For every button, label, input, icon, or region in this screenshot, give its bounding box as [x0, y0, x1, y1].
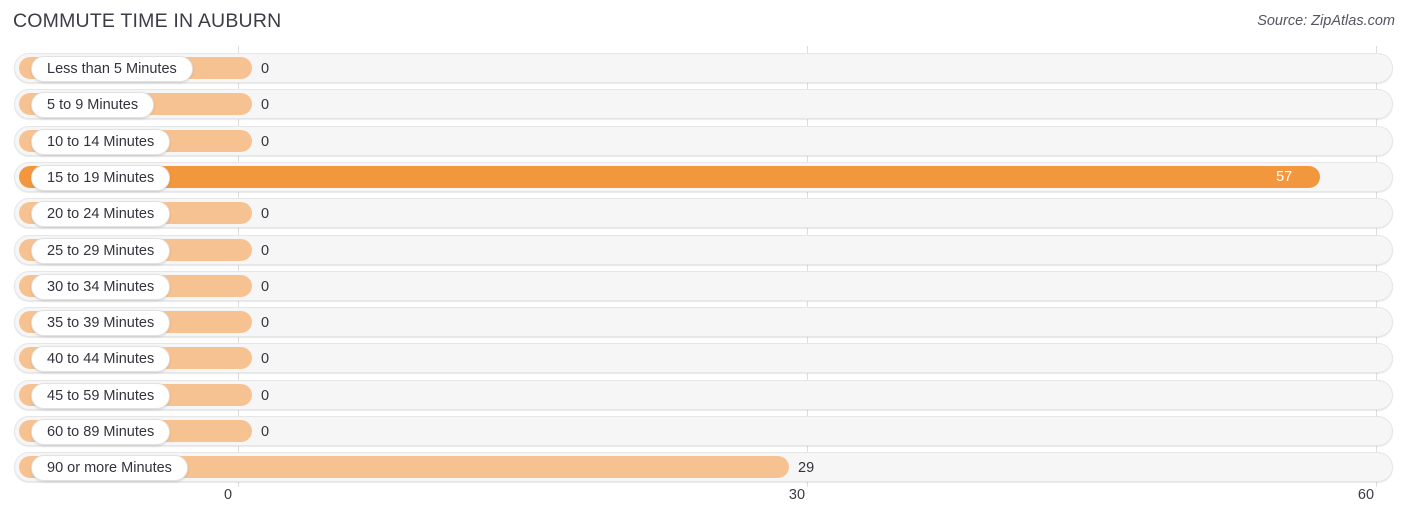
bar-value-label: 0: [261, 133, 270, 150]
bar-row[interactable]: 90 or more Minutes 29: [14, 452, 1393, 483]
bar-category-label: 45 to 59 Minutes: [31, 382, 171, 409]
x-axis-tick-label: 0: [223, 487, 233, 503]
bar-row[interactable]: 40 to 44 Minutes 0: [14, 343, 1393, 374]
bar-category-label: 20 to 24 Minutes: [31, 201, 171, 228]
x-axis-tick-label: 60: [1357, 487, 1375, 503]
bar-value-label: 0: [261, 387, 270, 404]
bar-value-label: 0: [261, 315, 270, 332]
bar-value-label: 0: [261, 206, 270, 223]
page-title: COMMUTE TIME IN AUBURN: [13, 10, 282, 32]
bar-category-label: 30 to 34 Minutes: [31, 273, 171, 300]
bar-row[interactable]: 15 to 19 Minutes 57: [14, 161, 1393, 192]
x-axis: 0 30 60: [0, 487, 1406, 523]
bar-category-label: 5 to 9 Minutes: [31, 92, 155, 119]
bar-row[interactable]: 25 to 29 Minutes 0: [14, 234, 1393, 265]
chart-header: COMMUTE TIME IN AUBURN Source: ZipAtlas.…: [0, 0, 1406, 46]
bar-category-label: Less than 5 Minutes: [31, 56, 193, 82]
bar-category-label: 15 to 19 Minutes: [31, 164, 171, 191]
bar-value-label: 0: [261, 61, 270, 77]
bar-value-label: 0: [261, 351, 270, 368]
bar-category-label: 40 to 44 Minutes: [31, 346, 171, 373]
bar-fill: [19, 165, 1321, 188]
bar-row[interactable]: 5 to 9 Minutes 0: [14, 89, 1393, 120]
bar-row[interactable]: 35 to 39 Minutes 0: [14, 307, 1393, 338]
bar-row[interactable]: 20 to 24 Minutes 0: [14, 198, 1393, 229]
bar-category-label: 25 to 29 Minutes: [31, 237, 171, 264]
bar-row[interactable]: 60 to 89 Minutes 0: [14, 416, 1393, 446]
chart-plot-area: Less than 5 Minutes 0 5 to 9 Minutes 0 10 to…: [0, 46, 1406, 487]
bar-value-label: 57: [1276, 168, 1293, 185]
bar-value-label: 0: [261, 97, 270, 114]
bar-value-label: 0: [261, 278, 270, 295]
bar-category-label: 90 or more Minutes: [31, 455, 188, 482]
bar-value-label: 0: [261, 242, 270, 259]
bar-row[interactable]: 45 to 59 Minutes 0: [14, 379, 1393, 410]
bar-category-label: 35 to 39 Minutes: [31, 310, 171, 337]
x-axis-tick-label: 30: [788, 487, 806, 503]
bar-row[interactable]: Less than 5 Minutes 0: [14, 53, 1393, 83]
source-attribution: Source: ZipAtlas.com: [1257, 13, 1395, 29]
bar-category-label: 10 to 14 Minutes: [31, 128, 171, 155]
bar-row[interactable]: 10 to 14 Minutes 0: [14, 125, 1393, 156]
bar-value-label: 0: [261, 424, 270, 440]
bar-row[interactable]: 30 to 34 Minutes 0: [14, 270, 1393, 301]
bar-value-label: 29: [798, 460, 815, 477]
bar-category-label: 60 to 89 Minutes: [31, 419, 171, 445]
